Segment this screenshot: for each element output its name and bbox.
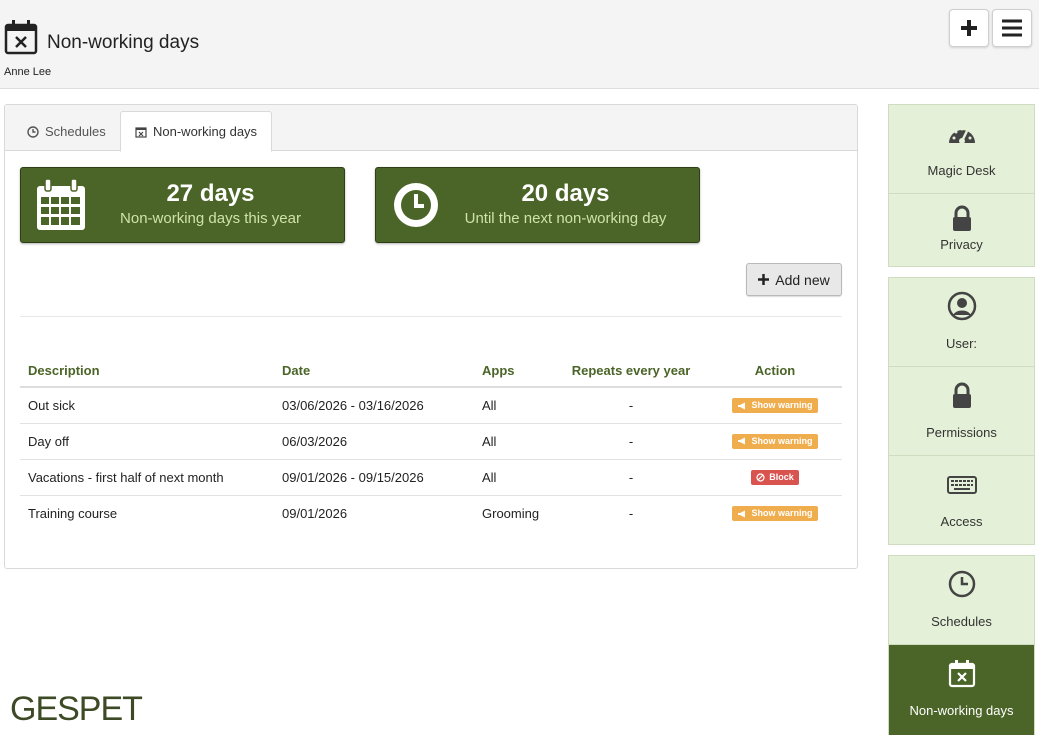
action-label: Show warning <box>751 435 813 446</box>
table-row[interactable]: Vacations - first half of next month 09/… <box>20 459 842 496</box>
stat-card-days-this-year: 27 days Non-working days this year <box>20 167 345 243</box>
table-row[interactable]: Day off 06/03/2026 All - Show warning <box>20 423 842 460</box>
sidebar-item-label: Schedules <box>931 614 992 629</box>
sidebar-item-label: Non-working days <box>909 703 1014 718</box>
sidebar-item-label: User: <box>945 336 978 351</box>
page-title: Non-working days <box>47 32 200 53</box>
action-badge-warning[interactable]: Show warning <box>732 506 818 521</box>
sidebar-item-non-working-days[interactable]: Non-working days <box>889 645 1034 735</box>
clock-icon <box>27 125 39 138</box>
cell-description: Training course <box>28 505 118 521</box>
sidebar-item-permissions[interactable]: Permissions <box>889 367 1034 456</box>
add-new-button[interactable]: Add new <box>746 263 842 296</box>
tab-schedules[interactable]: Schedules <box>13 111 120 152</box>
cell-date: 09/01/2026 - 09/15/2026 <box>274 459 474 496</box>
column-header-date[interactable]: Date <box>274 355 474 388</box>
megaphone-icon <box>738 437 746 445</box>
main-panel: Schedules Non-working days 27 days Non-w… <box>4 104 858 569</box>
cell-date: 03/06/2026 - 03/16/2026 <box>274 387 474 424</box>
calendar-icon <box>37 178 85 230</box>
cell-apps: Grooming <box>482 505 540 521</box>
cell-date: 09/01/2026 <box>282 505 348 521</box>
menu-button[interactable] <box>992 9 1032 47</box>
cell-apps: All <box>474 459 554 496</box>
keyboard-icon <box>947 476 977 494</box>
table-header-row: Description Date Apps Repeats every year… <box>20 355 842 388</box>
sidebar-item-privacy[interactable]: Privacy <box>889 194 1034 267</box>
sidebar-group-general: Magic Desk Privacy <box>888 104 1035 267</box>
non-working-days-table: Description Date Apps Repeats every year… <box>20 355 842 531</box>
cell-repeats: - <box>554 459 708 496</box>
plus-icon <box>758 274 770 285</box>
hamburger-icon <box>1002 19 1022 37</box>
calendar-x-icon <box>948 660 976 688</box>
tab-bar: Schedules Non-working days <box>5 105 857 152</box>
action-label: Show warning <box>751 508 813 518</box>
divider <box>20 316 842 317</box>
stat-value: 27 days <box>166 180 255 207</box>
cell-date: 06/03/2026 <box>274 423 474 460</box>
add-button[interactable] <box>949 9 989 47</box>
action-badge-warning[interactable]: Show warning <box>732 433 818 449</box>
sidebar-item-user[interactable]: User: <box>889 278 1034 367</box>
stat-caption: Until the next non-working day <box>464 210 667 227</box>
cell-repeats: - <box>628 505 634 521</box>
cell-action: Show warning <box>708 387 842 424</box>
action-badge-block[interactable]: Block <box>751 469 799 485</box>
action-label: Show warning <box>751 400 813 410</box>
sidebar-item-magic-desk[interactable]: Magic Desk <box>889 105 1034 194</box>
column-header-repeats[interactable]: Repeats every year <box>554 355 708 388</box>
sidebar-item-schedules[interactable]: Schedules <box>889 556 1034 645</box>
stat-caption: Non-working days this year <box>120 210 301 227</box>
cell-apps: All <box>474 423 554 460</box>
calendar-x-icon <box>4 20 38 55</box>
stat-value: 20 days <box>521 180 610 207</box>
cell-repeats: - <box>554 387 708 424</box>
sidebar-item-label: Permissions <box>926 425 997 440</box>
tab-non-working-days[interactable]: Non-working days <box>120 111 273 152</box>
tab-label: Non-working days <box>153 124 258 139</box>
column-header-action[interactable]: Action <box>708 355 842 388</box>
sidebar-item-label: Access <box>940 514 983 529</box>
cell-description: Vacations - first half of next month <box>20 459 274 496</box>
cell-repeats: - <box>554 423 708 460</box>
plus-icon <box>961 20 977 36</box>
sidebar-group-user: User: Permissions Access <box>888 277 1035 545</box>
gespet-logo: GESPET <box>10 690 143 728</box>
sidebar-item-label: Privacy <box>940 237 983 252</box>
user-name: Anne Lee <box>4 66 52 78</box>
action-badge-warning[interactable]: Show warning <box>732 398 818 413</box>
ban-icon <box>756 472 765 482</box>
page-header: Non-working days Anne Lee <box>0 0 1039 89</box>
calendar-x-icon <box>135 126 147 138</box>
sidebar-item-label: Magic Desk <box>927 163 996 178</box>
lock-icon <box>953 205 971 231</box>
cell-action: Show warning <box>708 495 842 531</box>
tab-label: Schedules <box>45 124 106 139</box>
sidebar-item-access[interactable]: Access <box>889 456 1034 545</box>
lock-icon <box>953 382 971 408</box>
megaphone-icon <box>738 402 746 409</box>
table-row[interactable]: Out sick 03/06/2026 - 03/16/2026 All - S… <box>20 387 842 424</box>
cell-apps: All <box>474 387 554 424</box>
sidebar-group-schedules: Schedules Non-working days <box>888 555 1035 735</box>
megaphone-icon <box>738 510 746 517</box>
action-label: Block <box>769 471 794 482</box>
table-row[interactable]: Training course 09/01/2026 Grooming - Sh… <box>20 495 842 531</box>
clock-icon <box>394 183 438 227</box>
cell-action: Block <box>708 459 842 496</box>
user-circle-icon <box>947 291 977 321</box>
gauge-icon <box>949 127 975 144</box>
column-header-description[interactable]: Description <box>20 355 274 388</box>
clock-icon <box>948 570 976 598</box>
stat-card-days-until-next: 20 days Until the next non-working day <box>375 167 700 243</box>
column-header-apps[interactable]: Apps <box>474 355 554 388</box>
add-new-label: Add new <box>775 271 830 288</box>
cell-description: Day off <box>20 423 274 460</box>
cell-action: Show warning <box>708 423 842 460</box>
cell-description: Out sick <box>20 387 274 424</box>
